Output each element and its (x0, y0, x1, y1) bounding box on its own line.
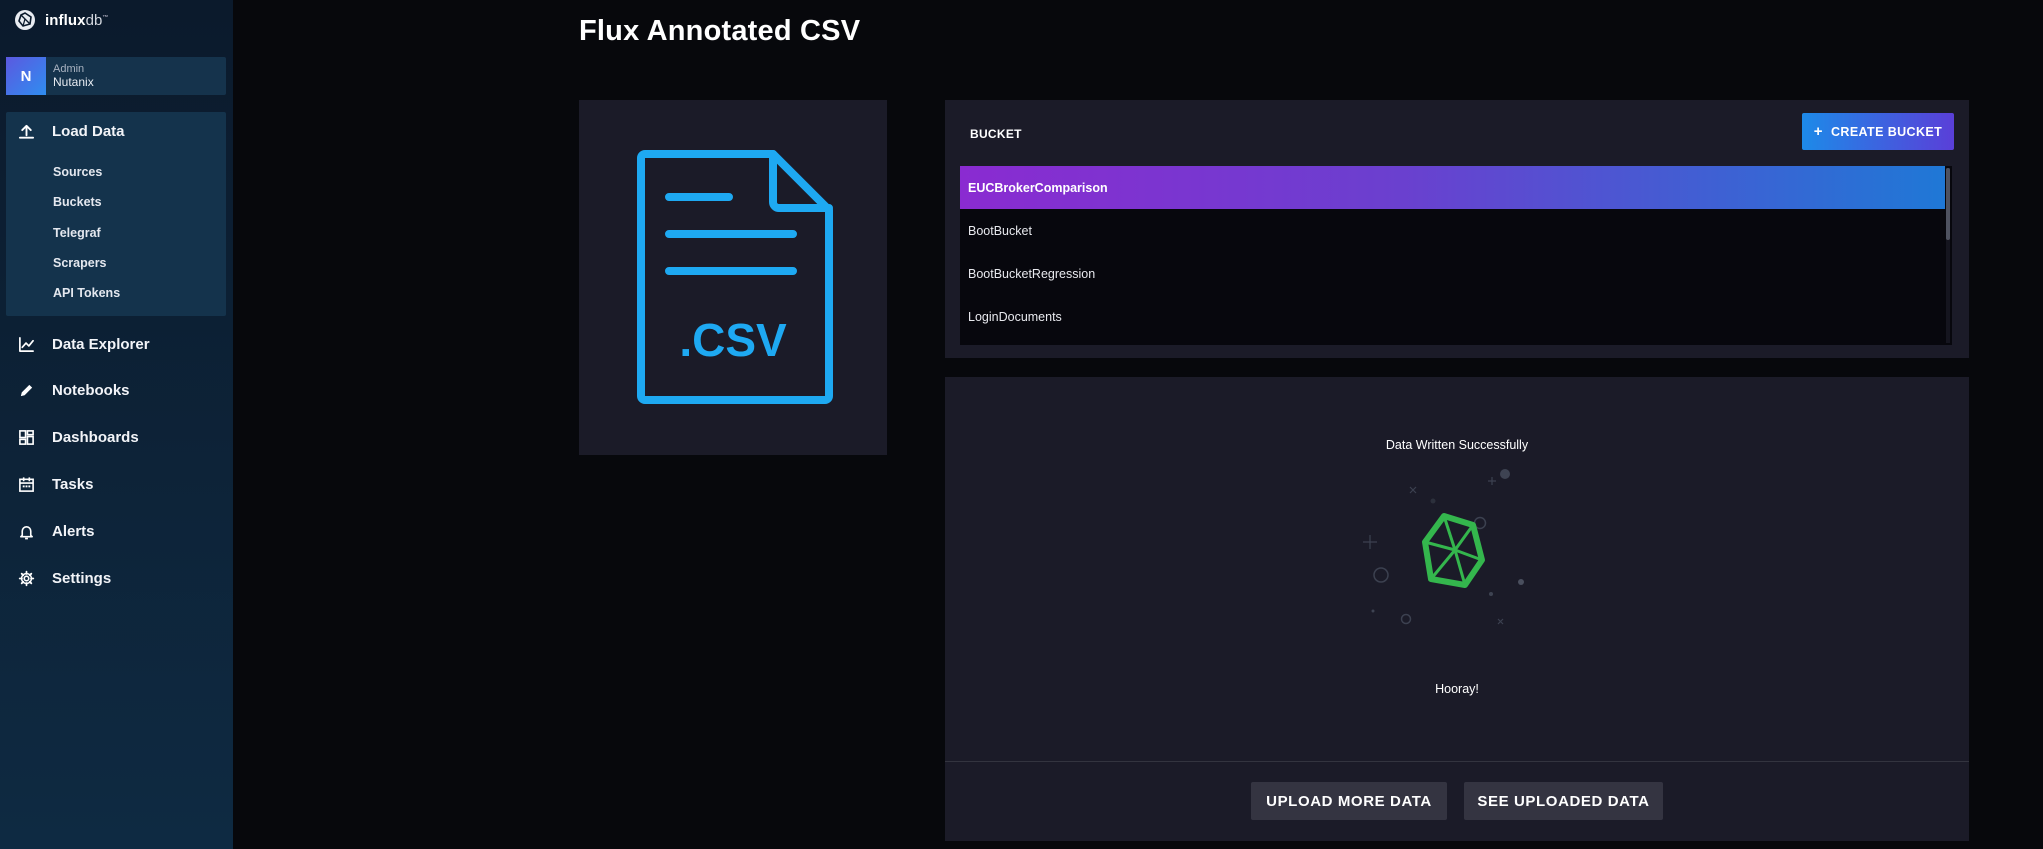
bucket-item[interactable]: LoginDocuments (960, 295, 1945, 338)
bucket-item[interactable]: EUCBrokerComparison (960, 166, 1945, 209)
success-title: Data Written Successfully (1385, 438, 1529, 452)
scrollbar-thumb[interactable] (1946, 168, 1950, 240)
nav-data-explorer[interactable]: Data Explorer (16, 332, 150, 356)
org-name: Nutanix (53, 75, 94, 89)
brand[interactable]: influxdb™ (14, 8, 109, 32)
bucket-item[interactable]: BootBucketRegression (960, 252, 1945, 295)
sidebar-item-buckets[interactable]: Buckets (53, 195, 102, 209)
nav-alerts[interactable]: Alerts (16, 519, 95, 543)
nav-load-data[interactable]: Load Data (16, 119, 125, 143)
divider (945, 761, 1969, 762)
calendar-icon (16, 474, 36, 494)
nav-dashboards[interactable]: Dashboards (16, 425, 139, 449)
upload-result-panel: Data Written Successfully Hooray! UPLOAD (945, 377, 1969, 841)
brand-name: influxdb™ (45, 11, 109, 29)
csv-extension-label: .CSV (679, 314, 787, 366)
csv-file-icon: .CSV (637, 150, 833, 404)
create-bucket-button[interactable]: + CREATE BUCKET (1802, 113, 1954, 150)
bucket-item[interactable]: BootBucket (960, 209, 1945, 252)
nav-tasks-label: Tasks (52, 475, 94, 493)
upload-more-data-button[interactable]: UPLOAD MORE DATA (1251, 782, 1447, 820)
nav-settings-label: Settings (52, 569, 112, 587)
sidebar-item-telegraf[interactable]: Telegraf (53, 226, 101, 240)
nav-settings[interactable]: Settings (16, 566, 111, 590)
org-switcher[interactable]: N Admin Nutanix (6, 57, 226, 95)
dashboard-icon (16, 427, 36, 447)
nav-notebooks-label: Notebooks (52, 381, 130, 399)
nav-alerts-label: Alerts (52, 522, 95, 540)
nav-load-data-label: Load Data (52, 122, 125, 140)
pencil-icon (16, 380, 36, 400)
success-message: Hooray! (1435, 682, 1479, 696)
page-title: Flux Annotated CSV (579, 15, 861, 47)
create-bucket-label: CREATE BUCKET (1830, 124, 1943, 139)
sidebar-item-api-tokens[interactable]: API Tokens (53, 286, 120, 300)
nav-data-explorer-label: Data Explorer (52, 335, 150, 353)
file-type-card: .CSV (579, 100, 887, 455)
sidebar-item-sources[interactable]: Sources (53, 165, 102, 179)
upload-icon (16, 121, 36, 141)
see-uploaded-data-button[interactable]: SEE UPLOADED DATA (1464, 782, 1663, 820)
influxdb-logo-icon (15, 10, 35, 30)
bucket-label: BUCKET (970, 127, 1022, 141)
sidebar: influxdb™ N Admin Nutanix Load Data Sour… (0, 0, 233, 849)
bucket-list[interactable]: EUCBrokerComparison BootBucket BootBucke… (960, 166, 1952, 345)
nav-dashboards-label: Dashboards (52, 428, 139, 446)
bell-icon (16, 521, 36, 541)
nav-tasks[interactable]: Tasks (16, 472, 93, 496)
bucket-selector: BUCKET + CREATE BUCKET EUCBrokerComparis… (945, 100, 1969, 358)
nav-notebooks[interactable]: Notebooks (16, 378, 130, 402)
avatar: N (6, 57, 46, 95)
success-cuboid-icon (1363, 469, 1524, 625)
plus-icon: + (1813, 123, 1823, 140)
sidebar-item-scrapers[interactable]: Scrapers (53, 256, 107, 270)
gear-icon (16, 568, 36, 588)
graph-line-icon (16, 334, 36, 354)
